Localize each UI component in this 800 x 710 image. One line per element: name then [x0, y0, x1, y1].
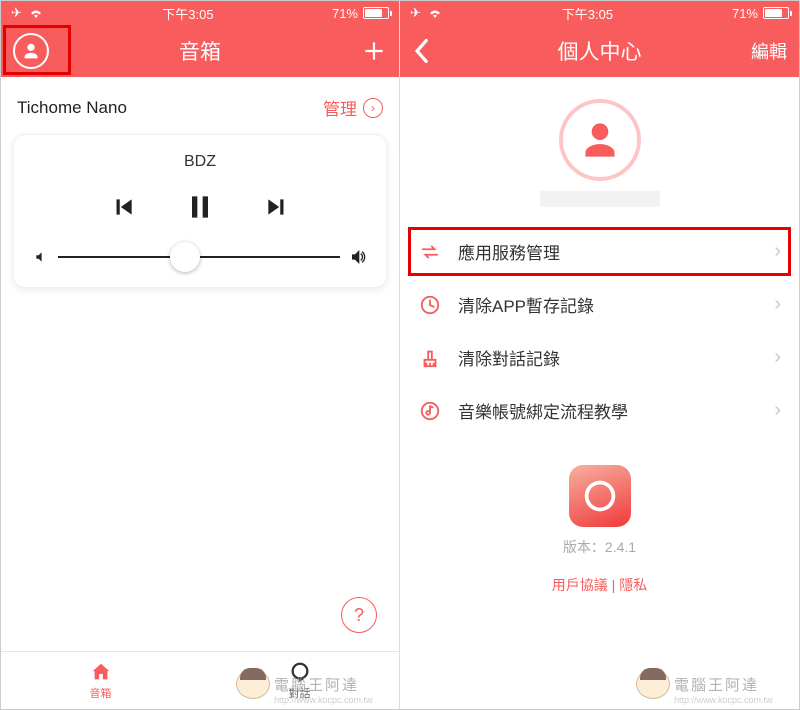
avatar-section [400, 77, 799, 225]
screen-profile: ✈ 下午3:05 71% 個人中心 編輯 應用服務管理 › 清除APP暫存記錄 [400, 1, 799, 709]
setting-label: 清除對話記錄 [458, 345, 758, 370]
row-music-tutorial[interactable]: 音樂帳號綁定流程教學 › [400, 384, 799, 437]
agreement-link[interactable]: 用戶協議 [552, 577, 608, 593]
pause-icon[interactable] [184, 191, 216, 223]
tab-bar: 音箱 對話 [1, 651, 399, 709]
app-info: 版本：2.4.1 用戶協議 | 隱私 [400, 437, 799, 595]
status-bar: ✈ 下午3:05 71% [400, 1, 799, 25]
privacy-link[interactable]: 隱私 [619, 577, 647, 593]
battery-percent: 71% [332, 6, 358, 21]
next-track-icon[interactable] [264, 194, 290, 220]
chevron-right-icon: › [774, 293, 781, 316]
tab-dialog[interactable]: 對話 [200, 652, 399, 709]
wifi-icon [427, 7, 443, 19]
swap-icon [419, 241, 441, 263]
avatar[interactable] [559, 99, 641, 181]
battery-icon [363, 7, 389, 19]
help-button[interactable]: ? [341, 597, 377, 633]
nav-bar: 音箱 [1, 25, 399, 77]
screen-speaker: ✈ 下午3:05 71% 音箱 Tichome Nano 管理 › BDZ [1, 1, 400, 709]
chevron-right-icon: › [774, 240, 781, 263]
track-title: BDZ [34, 153, 366, 171]
player-card: BDZ [13, 134, 387, 288]
version-text: 版本：2.4.1 [563, 537, 636, 557]
chevron-right-icon: › [363, 98, 383, 118]
chevron-right-icon: › [774, 346, 781, 369]
volume-low-icon [34, 250, 48, 264]
clock-icon [419, 294, 441, 316]
row-clear-dialog[interactable]: 清除對話記錄 › [400, 331, 799, 384]
status-bar: ✈ 下午3:05 71% [1, 1, 399, 25]
battery-percent: 71% [732, 6, 758, 21]
setting-label: 應用服務管理 [458, 239, 758, 264]
manage-label: 管理 [323, 95, 357, 120]
page-title: 個人中心 [558, 36, 642, 66]
slider-thumb[interactable] [170, 242, 200, 272]
settings-list: 應用服務管理 › 清除APP暫存記錄 › 清除對話記錄 › 音樂帳號綁定流程教學… [400, 225, 799, 437]
chevron-right-icon: › [774, 399, 781, 422]
wifi-icon [28, 7, 44, 19]
volume-slider[interactable] [34, 249, 366, 265]
edit-button[interactable]: 編輯 [727, 38, 787, 64]
manage-button[interactable]: 管理 › [323, 95, 383, 120]
broom-icon [419, 347, 441, 369]
profile-button[interactable] [13, 33, 49, 69]
status-time: 下午3:05 [162, 4, 213, 23]
device-header: Tichome Nano 管理 › [1, 77, 399, 134]
airplane-icon: ✈ [11, 5, 22, 21]
tab-speaker[interactable]: 音箱 [1, 652, 200, 709]
footer-links: 用戶協議 | 隱私 [552, 575, 647, 595]
device-name: Tichome Nano [17, 98, 127, 118]
home-icon [89, 661, 113, 683]
music-icon [419, 400, 441, 422]
username [540, 191, 660, 207]
page-title: 音箱 [179, 36, 221, 66]
chat-icon [288, 661, 312, 683]
back-icon[interactable] [412, 38, 430, 64]
airplane-icon: ✈ [410, 5, 421, 21]
setting-label: 音樂帳號綁定流程教學 [458, 398, 758, 423]
battery-icon [763, 7, 789, 19]
plus-icon[interactable] [361, 38, 387, 64]
volume-high-icon [350, 249, 366, 265]
status-time: 下午3:05 [562, 4, 613, 23]
row-clear-cache[interactable]: 清除APP暫存記錄 › [400, 278, 799, 331]
nav-bar: 個人中心 編輯 [400, 25, 799, 77]
setting-label: 清除APP暫存記錄 [458, 292, 758, 317]
row-app-service[interactable]: 應用服務管理 › [400, 225, 799, 278]
app-logo-icon [569, 465, 631, 527]
prev-track-icon[interactable] [110, 194, 136, 220]
